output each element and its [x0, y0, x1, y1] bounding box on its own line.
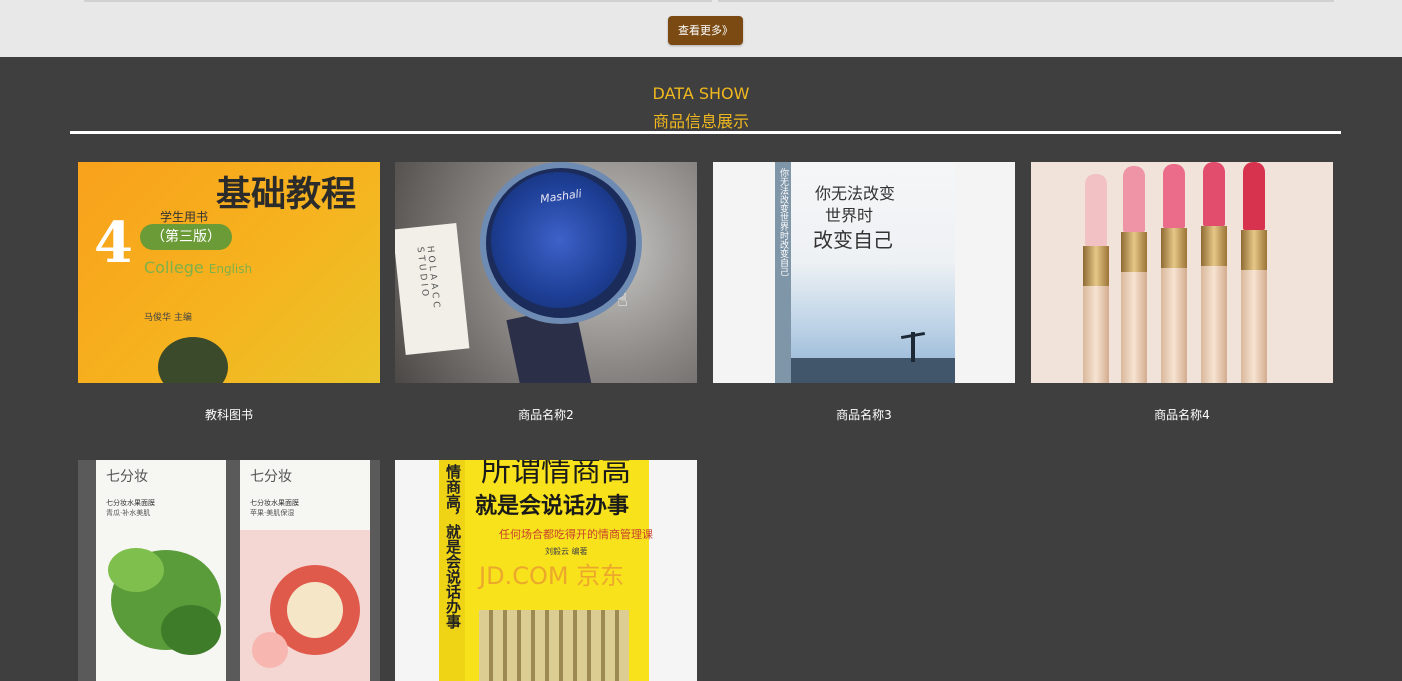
- product-name[interactable]: 商品名称3: [713, 406, 1015, 423]
- previous-card-edge: [718, 0, 1334, 2]
- product-image[interactable]: HOLAACC STUDIO Mashali ☝: [395, 162, 697, 383]
- mask-title: 七分妆水果面膜: [106, 499, 155, 507]
- product-card[interactable]: 你无法改变世界时改变自己 你无法改变 世界时 改变自己 商品名称3: [713, 162, 1015, 432]
- view-more-button[interactable]: 查看更多》: [668, 16, 743, 45]
- book-title: 基础教程: [216, 174, 357, 215]
- studio-card: HOLAACC STUDIO: [395, 223, 470, 355]
- figure-person: [911, 332, 915, 362]
- top-strip: 查看更多》: [0, 0, 1402, 57]
- edition-badge: （第三版）: [140, 224, 232, 250]
- book-spine: 情商高，就是会说话办事: [439, 460, 465, 681]
- apple-art: [240, 530, 370, 681]
- lipstick: [1083, 174, 1109, 383]
- product-image[interactable]: [1031, 162, 1333, 383]
- lipstick: [1201, 162, 1227, 383]
- hand-cursor-icon: ☝: [617, 290, 628, 311]
- book-title-line: 改变自己: [813, 228, 893, 252]
- product-card[interactable]: 商品名称4: [1031, 162, 1333, 432]
- product-card[interactable]: HOLAACC STUDIO Mashali ☝ 商品名称2: [395, 162, 697, 432]
- watermark: JD.COM 京东: [479, 562, 625, 590]
- product-image[interactable]: 基础教程 4 学生用书 （第三版） College English 马俊华 主编: [78, 162, 380, 383]
- mask-kind: 苹果·美肌保湿: [250, 509, 295, 517]
- product-card[interactable]: 基础教程 4 学生用书 （第三版） College English 马俊华 主编…: [78, 162, 380, 432]
- cover-illustration: [479, 610, 629, 681]
- book-subtitle: 学生用书: [160, 210, 209, 224]
- book-editor: 马俊华 主编: [144, 313, 192, 323]
- product-image[interactable]: 情商高，就是会说话办事 所谓情商高 就是会说话办事 任何场合都吃得开的情商管理课…: [395, 460, 697, 681]
- mask-brand: 七分妆: [106, 469, 148, 485]
- cucumber-art: [108, 548, 221, 655]
- face-mask-pack: 七分妆 七分妆水果面膜 青瓜·补水美肌: [96, 460, 226, 681]
- product-name[interactable]: 商品名称4: [1031, 406, 1333, 423]
- product-name[interactable]: 教科图书: [78, 406, 380, 423]
- section-title-zh: 商品信息展示: [652, 112, 749, 131]
- book-title-line: 你无法改变: [815, 184, 896, 203]
- cover-ground: [791, 358, 955, 383]
- mask-title: 七分妆水果面膜: [250, 499, 299, 507]
- lipstick: [1121, 166, 1147, 383]
- lipstick: [1241, 162, 1267, 383]
- product-card[interactable]: 七分妆 七分妆水果面膜 青瓜·补水美肌 七分妆 七分妆水果面膜 苹果·美肌保湿: [78, 460, 380, 681]
- mask-kind: 青瓜·补水美肌: [106, 509, 151, 517]
- book-spine: 你无法改变世界时改变自己: [775, 162, 791, 383]
- volume-number: 4: [94, 210, 133, 276]
- product-card[interactable]: 情商高，就是会说话办事 所谓情商高 就是会说话办事 任何场合都吃得开的情商管理课…: [395, 460, 697, 681]
- book-title-line: 世界时: [825, 206, 874, 225]
- lipstick: [1161, 164, 1187, 383]
- mask-brand: 七分妆: [250, 469, 292, 485]
- product-image[interactable]: 七分妆 七分妆水果面膜 青瓜·补水美肌 七分妆 七分妆水果面膜 苹果·美肌保湿: [78, 460, 380, 681]
- series-name: College English: [144, 258, 253, 277]
- section-title-en: DATA SHOW: [652, 84, 750, 103]
- book-subtitle: 任何场合都吃得开的情商管理课: [499, 528, 653, 541]
- cover-photo: [158, 337, 228, 383]
- book-title-top: 所谓情商高: [481, 460, 631, 489]
- product-image[interactable]: 你无法改变世界时改变自己 你无法改变 世界时 改变自己: [713, 162, 1015, 383]
- section-divider: [70, 131, 1341, 134]
- product-name[interactable]: 商品名称2: [395, 406, 697, 423]
- previous-card-edge: [84, 0, 712, 2]
- face-mask-pack: 七分妆 七分妆水果面膜 苹果·美肌保湿: [240, 460, 370, 681]
- book-title: 就是会说话办事: [475, 493, 630, 519]
